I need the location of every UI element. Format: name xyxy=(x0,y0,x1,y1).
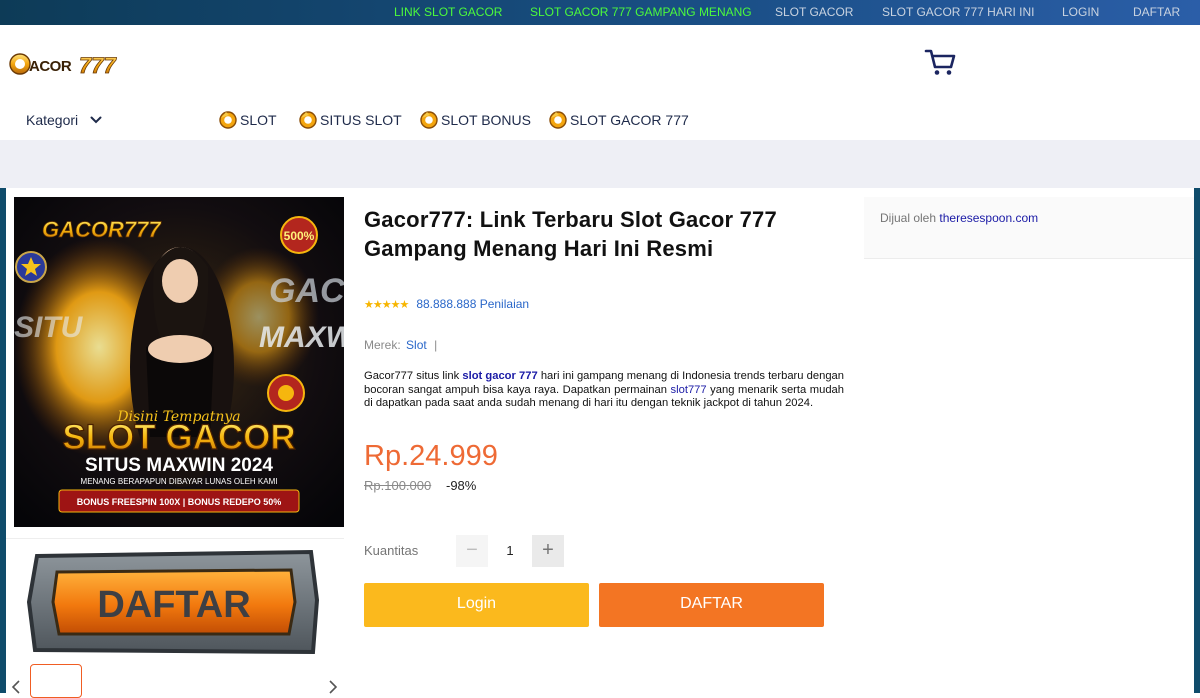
product-description: Gacor777 situs link slot gacor 777 hari … xyxy=(364,370,844,411)
banner-bonus-strip: BONUS FREESPIN 100X | BONUS REDEPO 50% xyxy=(77,497,282,507)
top-link-login[interactable]: LOGIN xyxy=(1062,6,1099,19)
seller-panel: Dijual oleh theresespoon.com xyxy=(864,197,1194,259)
top-link-daftar[interactable]: DAFTAR xyxy=(1133,6,1180,19)
product-price: Rp.24.999 xyxy=(364,440,498,472)
daftar-button[interactable]: DAFTAR xyxy=(599,583,824,627)
product-title: Gacor777: Link Terbaru Slot Gacor 777 Ga… xyxy=(364,207,777,261)
quantity-input[interactable]: 1 xyxy=(496,543,524,558)
top-bar: LINK SLOT GACOR SLOT GACOR 777 GAMPANG M… xyxy=(0,0,1200,25)
product-rating[interactable]: ★★★★★ 88.888.888 Penilaian xyxy=(364,297,529,311)
login-button[interactable]: Login xyxy=(364,583,589,627)
nav-item-label: SITUS SLOT xyxy=(320,111,402,128)
svg-text:777: 777 xyxy=(79,53,117,78)
svg-text:GACOR: GACOR xyxy=(269,272,344,310)
rating-stars-icon: ★★★★★ xyxy=(364,298,409,311)
brand-label: Merek: xyxy=(364,338,401,352)
chevron-down-icon xyxy=(90,116,102,124)
nav-item-slot-gacor-777[interactable]: SLOT GACOR 777 xyxy=(548,110,689,129)
top-link-link-slot-gacor[interactable]: LINK SLOT GACOR xyxy=(394,6,502,19)
original-price: Rp.100.000 xyxy=(364,478,432,493)
coin-icon xyxy=(219,111,237,129)
description-text: Gacor777 situs link xyxy=(364,370,463,382)
description-link-slot777[interactable]: slot777 xyxy=(671,384,707,396)
product-brand: Merek: Slot | xyxy=(364,338,437,352)
coin-icon xyxy=(420,111,438,129)
rating-count: 88.888.888 Penilaian xyxy=(416,297,530,311)
brand-link[interactable]: Slot xyxy=(406,338,427,352)
brand-separator: | xyxy=(434,338,438,352)
quantity-decrease-button[interactable]: − xyxy=(456,535,488,567)
nav-item-situs-slot[interactable]: SITUS SLOT xyxy=(298,110,402,129)
chevron-left-icon[interactable] xyxy=(10,680,22,694)
svg-text:MAXWI: MAXWI xyxy=(259,321,344,354)
top-link-slot-gacor[interactable]: SLOT GACOR xyxy=(775,6,853,19)
banner-headline: SLOT GACOR xyxy=(62,418,295,457)
seller-info: Dijual oleh theresespoon.com xyxy=(880,211,1038,225)
nav-item-label: SLOT GACOR 777 xyxy=(570,111,689,128)
gallery-divider xyxy=(6,538,344,539)
banner-slogan: MENANG BERAPAPUN DIBAYAR LUNAS OLEH KAMI xyxy=(81,477,278,486)
top-link-slot-gacor-777-gampang-menang[interactable]: SLOT GACOR 777 GAMPANG MENANG xyxy=(530,6,752,19)
product-banner-image[interactable]: GACOR MAXWI SITU 500% GACOR777 Disini Te… xyxy=(14,197,344,527)
site-header: ACOR 777 Kategori SLOT SITUS SLOT SLOT B… xyxy=(0,25,1200,140)
coin-icon xyxy=(299,111,317,129)
daftar-banner-label: DAFTAR xyxy=(97,584,250,626)
nav-item-slot-bonus[interactable]: SLOT BONUS xyxy=(419,110,531,129)
nav-item-label: SLOT xyxy=(240,111,277,128)
page-side-bar-right xyxy=(1194,188,1200,693)
nav-item-slot[interactable]: SLOT xyxy=(218,110,277,129)
svg-text:ACOR: ACOR xyxy=(29,58,72,75)
banner-subheadline: SITUS MAXWIN 2024 xyxy=(85,455,273,476)
seller-name-link[interactable]: theresespoon.com xyxy=(939,211,1038,225)
header-divider-strip xyxy=(0,140,1200,188)
svg-text:SITU: SITU xyxy=(14,311,84,344)
banner-brand: GACOR777 xyxy=(42,217,162,242)
quantity-label: Kuantitas xyxy=(364,543,419,558)
site-logo[interactable]: ACOR 777 xyxy=(9,47,131,81)
cart-icon[interactable] xyxy=(924,47,958,77)
chevron-right-icon[interactable] xyxy=(327,680,339,694)
discount-badge: -98% xyxy=(446,478,477,493)
banner-badge: 500% xyxy=(284,229,315,243)
coin-icon xyxy=(549,111,567,129)
description-link-slot-gacor-777[interactable]: slot gacor 777 xyxy=(462,370,537,382)
top-link-slot-gacor-777-hari-ini[interactable]: SLOT GACOR 777 HARI INI xyxy=(882,6,1035,19)
page-side-bar-left xyxy=(0,188,6,693)
quantity-increase-button[interactable]: + xyxy=(532,535,564,567)
kategori-dropdown[interactable]: Kategori xyxy=(26,112,102,128)
daftar-banner-image[interactable]: DAFTAR xyxy=(27,548,321,656)
seller-label: Dijual oleh xyxy=(880,211,937,225)
kategori-label: Kategori xyxy=(26,112,79,128)
nav-item-label: SLOT BONUS xyxy=(441,111,531,128)
